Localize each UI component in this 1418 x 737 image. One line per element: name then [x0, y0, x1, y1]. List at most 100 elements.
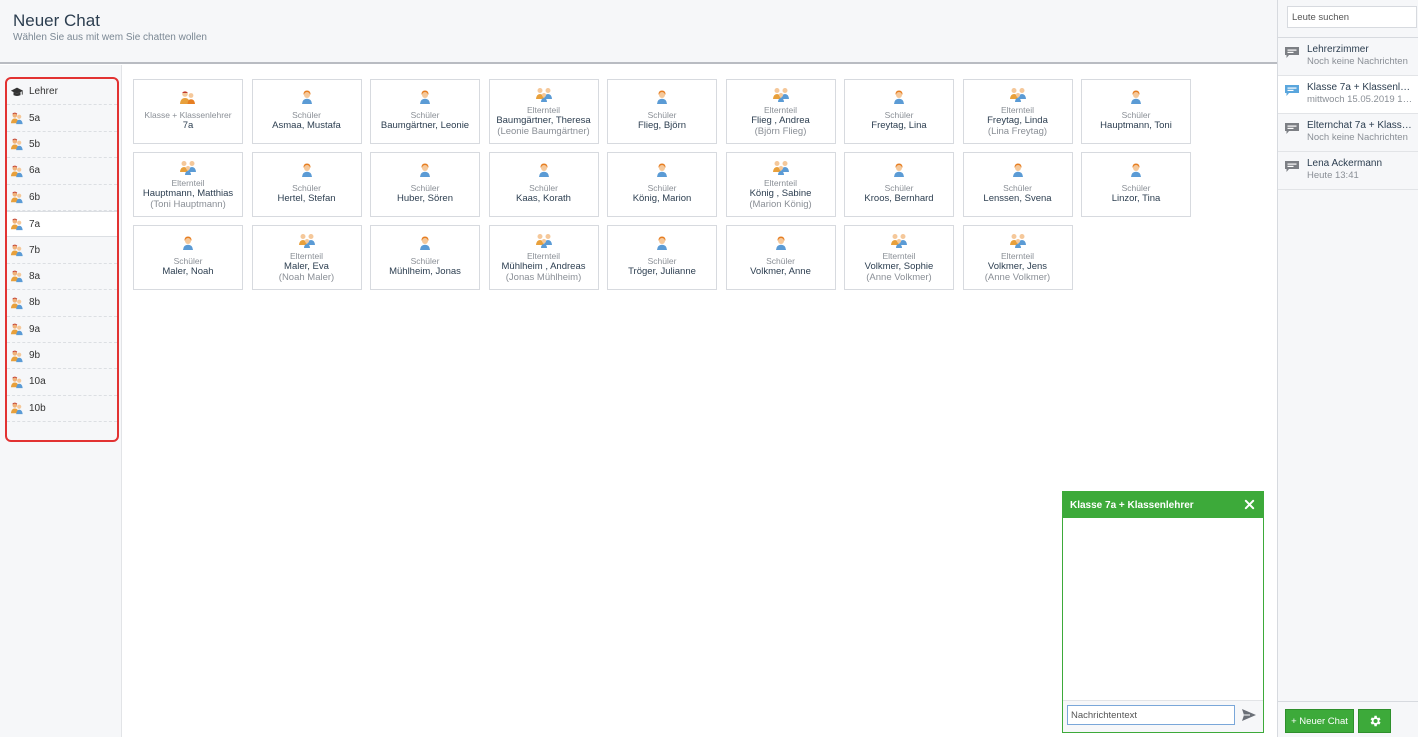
- conversation-last-message: mittwoch 15.05.2019 13:41: [1307, 94, 1415, 105]
- contact-card[interactable]: Schüler Baumgärtner, Leonie: [370, 79, 480, 144]
- people-search-input[interactable]: [1287, 6, 1417, 28]
- conversation-name: Lehrerzimmer: [1307, 44, 1369, 55]
- class-item-label: 8b: [29, 297, 41, 309]
- contact-name: Huber, Sören: [397, 193, 453, 204]
- student-icon: [371, 89, 479, 105]
- contact-card[interactable]: Schüler Lenssen, Svena: [962, 152, 1073, 217]
- class-item-8b[interactable]: 8b: [7, 290, 117, 317]
- contact-name: Baumgärtner, Theresa: [496, 114, 591, 126]
- class-item-5b[interactable]: 5b: [7, 132, 117, 159]
- contact-card[interactable]: Elternteil Volkmer, Sophie (Anne Volkmer): [844, 225, 954, 290]
- parent-icon: [845, 232, 953, 248]
- contact-child-name: (Noah Maler): [278, 271, 335, 283]
- conversation-last-message: Noch keine Nachrichten: [1307, 132, 1408, 143]
- contact-card[interactable]: Elternteil Maler, Eva (Noah Maler): [251, 225, 362, 290]
- class-item-lehrer[interactable]: Lehrer: [7, 79, 117, 106]
- people-icon: [9, 321, 25, 337]
- contact-name: Linzor, Tina: [1111, 193, 1161, 204]
- conversation-item[interactable]: Klasse 7a + Klassenlehrer mittwoch 15.05.…: [1278, 76, 1418, 114]
- contact-child-name: (Marion König): [749, 198, 812, 210]
- class-item-label: 10a: [29, 376, 46, 388]
- contact-card[interactable]: Schüler Linzor, Tina: [1081, 152, 1191, 217]
- contact-card[interactable]: Klasse + Klassenlehrer 7a: [133, 79, 243, 144]
- contact-card[interactable]: Schüler Kaas, Korath: [488, 152, 599, 217]
- contact-name: Hauptmann, Toni: [1100, 120, 1172, 131]
- new-chat-button[interactable]: + Neuer Chat: [1285, 709, 1354, 733]
- message-input[interactable]: [1067, 705, 1235, 725]
- contact-card[interactable]: Schüler Mühlheim, Jonas: [370, 225, 480, 290]
- contact-role: Schüler: [410, 183, 440, 193]
- contact-role: Elternteil: [1000, 105, 1035, 115]
- contact-card[interactable]: Schüler König, Marion: [607, 152, 717, 217]
- contact-card[interactable]: Schüler Huber, Sören: [370, 152, 480, 217]
- contact-role: Schüler: [292, 183, 321, 193]
- class-item-7b[interactable]: 7b: [7, 237, 117, 264]
- class-item-10a[interactable]: 10a: [7, 369, 117, 396]
- contact-card[interactable]: Elternteil König , Sabine (Marion König): [725, 152, 836, 217]
- contact-card[interactable]: Elternteil Baumgärtner, Theresa (Leonie Ba…: [488, 79, 599, 144]
- contact-card[interactable]: Schüler Flieg, Björn: [607, 79, 717, 144]
- class-item-6b[interactable]: 6b: [7, 185, 117, 211]
- student-icon: [608, 89, 716, 105]
- student-icon: [845, 89, 953, 105]
- class-item-label: 9b: [29, 350, 41, 362]
- contact-child-name: (Anne Volkmer): [984, 271, 1051, 283]
- contact-card[interactable]: Elternteil Mühlheim , Andreas (Jonas Mühlh…: [488, 225, 599, 290]
- conversation-item[interactable]: Lena Ackermann Heute 13:41: [1278, 152, 1418, 190]
- conversation-item[interactable]: Elternchat 7a + KlassenlehrerNoch keine …: [1278, 114, 1418, 152]
- class-item-7a[interactable]: 7a: [7, 210, 117, 238]
- contact-card[interactable]: Schüler Hertel, Stefan: [251, 152, 362, 217]
- parent-icon: [727, 86, 835, 102]
- class-item-9b[interactable]: 9b: [7, 343, 117, 370]
- contact-card[interactable]: Schüler Hauptmann, Toni: [1081, 79, 1191, 144]
- contact-card[interactable]: Schüler Kroos, Bernhard: [844, 152, 954, 217]
- people-icon: [9, 400, 25, 416]
- class-item-label: 7a: [29, 218, 41, 230]
- contact-card[interactable]: Schüler Volkmer, Anne: [725, 225, 836, 290]
- contact-role: Schüler: [884, 183, 914, 193]
- contact-card[interactable]: Schüler Tröger, Julianne: [607, 225, 717, 290]
- class-item-5a[interactable]: 5a: [7, 105, 117, 132]
- contact-role: Schüler: [1121, 110, 1151, 120]
- class-item-9a[interactable]: 9a: [7, 317, 117, 343]
- contact-name: Hertel, Stefan: [277, 193, 336, 204]
- class-item-10b[interactable]: 10b: [7, 396, 117, 423]
- group-icon: [134, 89, 242, 105]
- people-icon: [9, 216, 25, 232]
- contact-card[interactable]: Elternteil Flieg , Andrea (Björn Flieg): [725, 79, 836, 144]
- contact-role: Elternteil: [882, 251, 916, 261]
- people-icon: [9, 110, 25, 126]
- contact-role: Elternteil: [526, 251, 561, 261]
- contact-role: Elternteil: [289, 251, 324, 261]
- parent-icon: [964, 86, 1072, 102]
- contact-card[interactable]: Elternteil Freytag, Linda (Lina Freytag): [962, 79, 1073, 144]
- contact-role: Schüler: [647, 110, 677, 120]
- class-item-label: 10b: [29, 402, 46, 414]
- contact-card[interactable]: Elternteil Volkmer, Jens (Anne Volkmer): [962, 225, 1073, 290]
- contact-card[interactable]: Elternteil Hauptmann, Matthias (Toni Haupt…: [133, 152, 243, 217]
- contact-role: Schüler: [647, 256, 677, 266]
- people-icon: [9, 295, 25, 311]
- class-item-label: 5b: [29, 138, 41, 150]
- class-item-6a[interactable]: 6a: [7, 158, 117, 185]
- parent-icon: [253, 232, 361, 248]
- contact-child-name: (Leonie Baumgärtner): [497, 125, 590, 137]
- settings-button[interactable]: [1358, 709, 1391, 733]
- contact-role: Elternteil: [171, 178, 205, 188]
- conversation-item[interactable]: Lehrerzimmer Noch keine Nachrichten: [1278, 38, 1418, 76]
- people-icon: [9, 136, 25, 152]
- contact-role: Elternteil: [1000, 251, 1035, 261]
- contact-card[interactable]: Schüler Asmaa, Mustafa: [251, 79, 362, 144]
- contact-card[interactable]: Schüler Maler, Noah: [133, 225, 243, 290]
- gear-icon: [1370, 715, 1381, 727]
- close-icon[interactable]: [1244, 499, 1255, 510]
- contact-name: König, Marion: [632, 193, 692, 204]
- class-item-8a[interactable]: 8a: [7, 264, 117, 291]
- send-icon[interactable]: [1241, 707, 1257, 723]
- people-icon: [9, 374, 25, 390]
- student-icon: [253, 89, 361, 105]
- contact-child-name: (Lina Freytag): [987, 125, 1048, 137]
- contact-name: Volkmer, Jens: [987, 260, 1048, 272]
- contact-card[interactable]: Schüler Freytag, Lina: [844, 79, 954, 144]
- chat-window-header: Klasse 7a + Klassenlehrer: [1063, 492, 1263, 518]
